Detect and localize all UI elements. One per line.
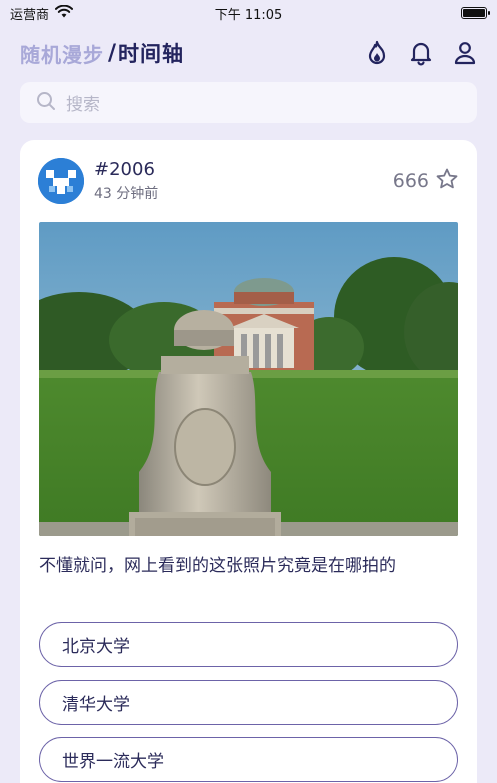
- bell-icon[interactable]: [409, 40, 433, 66]
- search-placeholder: 搜索: [66, 95, 100, 115]
- battery-fill: [463, 9, 485, 17]
- battery-icon: [461, 7, 490, 19]
- star-counter[interactable]: 666: [393, 167, 459, 196]
- post-id: #2006: [94, 159, 155, 180]
- post-time: 43 分钟前: [94, 186, 159, 202]
- star-icon[interactable]: [435, 167, 459, 196]
- tab-timeline[interactable]: 时间轴: [118, 38, 184, 68]
- star-count: 666: [392, 170, 429, 192]
- fire-icon[interactable]: [365, 40, 389, 66]
- carrier-label: 运营商: [10, 7, 50, 23]
- answer-option-1[interactable]: 北京大学: [39, 622, 458, 667]
- search-input[interactable]: 搜索: [20, 82, 477, 123]
- post-header: #2006 43 分钟前 666: [38, 156, 459, 206]
- header-icons: [365, 40, 477, 66]
- wifi-icon: [55, 4, 74, 22]
- tab-separator: /: [108, 40, 117, 66]
- post-card[interactable]: #2006 43 分钟前 666 不懂就问，网上看到的这张照片究竟是在哪拍的 北…: [20, 140, 477, 783]
- answer-option-3[interactable]: 世界一流大学: [39, 737, 458, 782]
- tab-random-walk[interactable]: 随机漫步: [20, 39, 104, 68]
- status-left: 运营商: [10, 4, 74, 23]
- user-icon[interactable]: [453, 40, 477, 66]
- search-icon: [36, 91, 56, 115]
- app-header: 随机漫步 / 时间轴: [0, 30, 497, 76]
- status-time: 下午 11:05: [214, 7, 283, 23]
- post-question: 不懂就问，网上看到的这张照片究竟是在哪拍的: [39, 556, 396, 576]
- answer-option-2[interactable]: 清华大学: [39, 680, 458, 725]
- post-meta: #2006 43 分钟前: [94, 159, 158, 203]
- post-photo[interactable]: [39, 222, 458, 536]
- avatar[interactable]: [38, 158, 84, 204]
- status-bar: 运营商 下午 11:05: [0, 0, 497, 26]
